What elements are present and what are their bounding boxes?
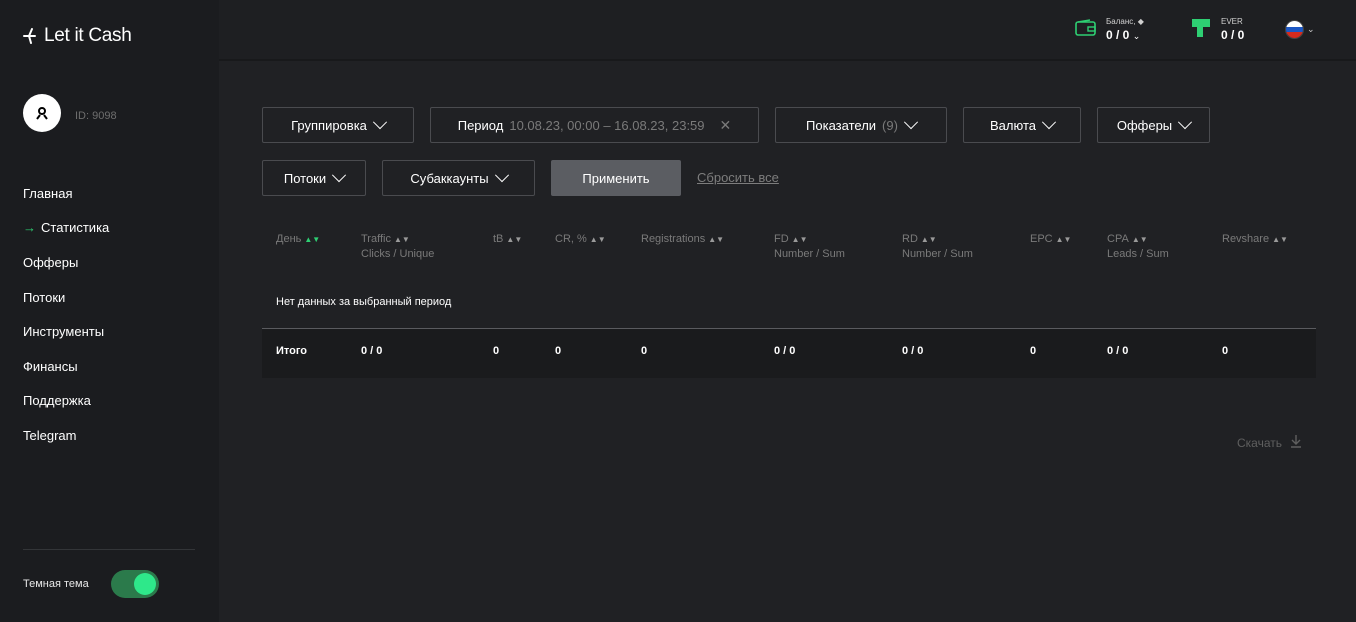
totals-rd: 0 / 0	[902, 345, 924, 357]
currency-dropdown[interactable]: Валюта	[963, 107, 1081, 143]
balance-widget[interactable]: Баланс, ◆ 0 / 0 ⌄	[1075, 15, 1144, 42]
nav-item-support[interactable]: Поддержка	[23, 384, 109, 419]
ever-icon	[1192, 19, 1210, 37]
logo[interactable]: Let it Cash	[23, 25, 132, 47]
download-icon	[1290, 434, 1302, 451]
chevron-down-icon	[372, 115, 387, 130]
chevron-down-icon: ⌄	[1132, 31, 1141, 41]
totals-registrations: 0	[641, 345, 648, 357]
language-chevron-icon[interactable]: ⌄	[1307, 24, 1315, 35]
nav-item-home[interactable]: Главная	[23, 176, 109, 211]
nav-item-statistics[interactable]: → Статистика	[23, 211, 109, 246]
totals-tb: 0	[493, 345, 500, 357]
streams-dropdown[interactable]: Потоки	[262, 160, 366, 196]
sort-icon: ▲▼	[506, 235, 523, 244]
totals-traffic: 0 / 0	[361, 345, 383, 357]
sort-icon: ▲▼	[393, 235, 410, 244]
user-icon	[36, 107, 48, 120]
totals-cpa: 0 / 0	[1107, 345, 1129, 357]
sort-icon: ▲▼	[1055, 235, 1072, 244]
nav-item-tools[interactable]: Инструменты	[23, 314, 109, 349]
chevron-down-icon	[494, 168, 509, 183]
sort-icon: ▲▼	[1131, 235, 1148, 244]
diamond-icon: ◆	[1137, 17, 1144, 26]
nav-item-offers[interactable]: Офферы	[23, 245, 109, 280]
sidebar-nav: Главная → Статистика Офферы Потоки Инстру…	[23, 176, 109, 453]
theme-toggle[interactable]	[111, 570, 159, 598]
col-header-cr[interactable]: CR, % ▲▼	[555, 232, 606, 247]
theme-label: Темная тема	[23, 578, 89, 590]
col-header-revshare[interactable]: Revshare ▲▼	[1222, 232, 1288, 247]
col-header-cpa[interactable]: CPA ▲▼ Leads / Sum	[1107, 232, 1169, 261]
toggle-knob	[134, 573, 156, 595]
col-header-tb[interactable]: tB ▲▼	[493, 232, 522, 247]
subaccounts-dropdown[interactable]: Субаккаунты	[382, 160, 535, 196]
empty-message: Нет данных за выбранный период	[276, 296, 452, 308]
sort-icon: ▲▼	[304, 235, 321, 244]
ever-label: EVER	[1221, 17, 1243, 26]
totals-label: Итого	[276, 345, 308, 357]
sidebar-divider	[23, 549, 195, 550]
sort-icon: ▲▼	[791, 235, 808, 244]
brand-name: Let it Cash	[44, 25, 132, 46]
totals-epc: 0	[1030, 345, 1037, 357]
col-header-rd[interactable]: RD ▲▼ Number / Sum	[902, 232, 973, 261]
user-id: ID: 9098	[75, 110, 117, 122]
sidebar: Let it Cash ID: 9098 Главная → Статистика…	[0, 0, 219, 622]
totals-fd: 0 / 0	[774, 345, 796, 357]
metrics-dropdown[interactable]: Показатели (9)	[775, 107, 947, 143]
nav-item-telegram[interactable]: Telegram	[23, 418, 109, 453]
language-flag-icon[interactable]	[1285, 20, 1304, 39]
chevron-down-icon	[1178, 115, 1193, 130]
col-header-fd[interactable]: FD ▲▼ Number / Sum	[774, 232, 845, 261]
nav-item-finance[interactable]: Финансы	[23, 349, 109, 384]
avatar[interactable]	[23, 94, 61, 132]
active-arrow-icon: →	[23, 220, 36, 236]
col-header-registrations[interactable]: Registrations ▲▼	[641, 232, 724, 247]
grouping-dropdown[interactable]: Группировка	[262, 107, 414, 143]
ever-value: 0 / 0	[1221, 28, 1245, 42]
sort-icon: ▲▼	[920, 235, 937, 244]
chevron-down-icon	[1041, 115, 1057, 130]
chevron-down-icon	[903, 115, 919, 130]
balance-value: 0 / 0	[1106, 28, 1130, 42]
wallet-icon	[1075, 19, 1096, 36]
apply-button[interactable]: Применить	[551, 160, 681, 196]
offers-dropdown[interactable]: Офферы	[1097, 107, 1210, 143]
sort-icon: ▲▼	[708, 235, 725, 244]
col-header-traffic[interactable]: Traffic ▲▼ Clicks / Unique	[361, 232, 434, 261]
totals-cr: 0	[555, 345, 562, 357]
clear-period-icon[interactable]: ✕	[720, 117, 732, 134]
top-bar	[219, 0, 1356, 61]
metrics-count: (9)	[882, 117, 898, 133]
col-header-epc[interactable]: EPC ▲▼	[1030, 232, 1071, 247]
totals-revshare: 0	[1222, 345, 1229, 357]
download-button[interactable]: Скачать	[1237, 434, 1302, 451]
reset-all-link[interactable]: Сбросить все	[697, 170, 779, 185]
sort-icon: ▲▼	[589, 235, 606, 244]
sort-icon: ▲▼	[1272, 235, 1288, 244]
logo-icon	[23, 28, 36, 44]
col-header-day[interactable]: День ▲▼	[276, 232, 320, 247]
period-picker[interactable]: Период 10.08.23, 00:00 – 16.08.23, 23:59 ✕	[430, 107, 759, 143]
period-value: 10.08.23, 00:00 – 16.08.23, 23:59	[509, 117, 705, 133]
chevron-down-icon	[332, 168, 347, 183]
ever-widget[interactable]: EVER 0 / 0	[1191, 15, 1244, 42]
balance-label: Баланс,	[1106, 17, 1136, 26]
nav-item-streams[interactable]: Потоки	[23, 280, 109, 315]
